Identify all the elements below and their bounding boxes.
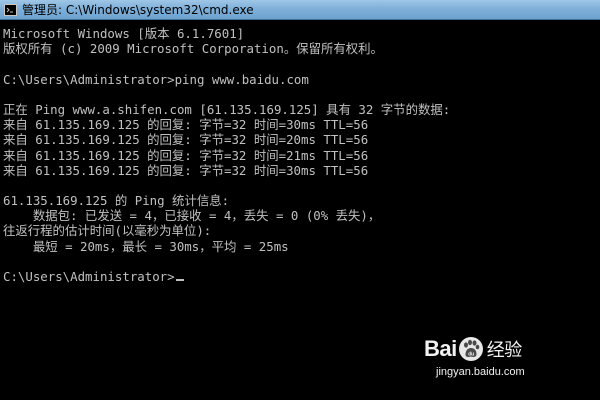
console-line: 来自 61.135.169.125 的回复: 字节=32 时间=30ms TTL…: [3, 117, 369, 133]
console-line: C:\Users\Administrator>ping www.baidu.co…: [3, 71, 309, 87]
console-line: 往返行程的估计时间(以毫秒为单位):: [3, 223, 212, 239]
command-prompt-line[interactable]: C:\Users\Administrator>: [3, 269, 600, 284]
watermark-logo: Bai du 经验: [424, 336, 522, 362]
cmd-window: 管理员: C:\Windows\system32\cmd.exe Microso…: [0, 0, 600, 400]
console-line: 数据包: 已发送 = 4，已接收 = 4，丢失 = 0 (0% 丢失)，: [3, 208, 381, 224]
console-line: Microsoft Windows [版本 6.1.7601]: [3, 26, 245, 41]
window-title: 管理员: C:\Windows\system32\cmd.exe: [22, 2, 254, 17]
watermark-brand-suffix: 经验: [486, 340, 523, 361]
baidu-jingyan-watermark: Bai du 经验 jingyan.baidu.com: [424, 336, 574, 386]
text-cursor: [175, 279, 184, 281]
cmd-icon[interactable]: [4, 3, 17, 16]
console-line: 版权所有 (c) 2009 Microsoft Corporation。保留所有…: [3, 41, 383, 57]
watermark-brand-prefix: Bai: [424, 336, 457, 361]
console-line: 来自 61.135.169.125 的回复: 字节=32 时间=20ms TTL…: [3, 132, 369, 148]
command-prompt: C:\Users\Administrator>: [3, 269, 175, 284]
console-line: 来自 61.135.169.125 的回复: 字节=32 时间=30ms TTL…: [3, 162, 369, 178]
svg-text:du: du: [468, 352, 474, 358]
paw-icon: du: [458, 337, 483, 361]
console-line: 正在 Ping www.a.shifen.com [61.135.169.125…: [3, 101, 451, 117]
console-line: 61.135.169.125 的 Ping 统计信息:: [3, 193, 230, 209]
title-bar[interactable]: 管理员: C:\Windows\system32\cmd.exe: [0, 0, 600, 20]
console-line: 来自 61.135.169.125 的回复: 字节=32 时间=21ms TTL…: [3, 147, 369, 163]
watermark-url: jingyan.baidu.com: [436, 366, 525, 378]
console-line: 最短 = 20ms，最长 = 30ms，平均 = 25ms: [3, 238, 289, 254]
